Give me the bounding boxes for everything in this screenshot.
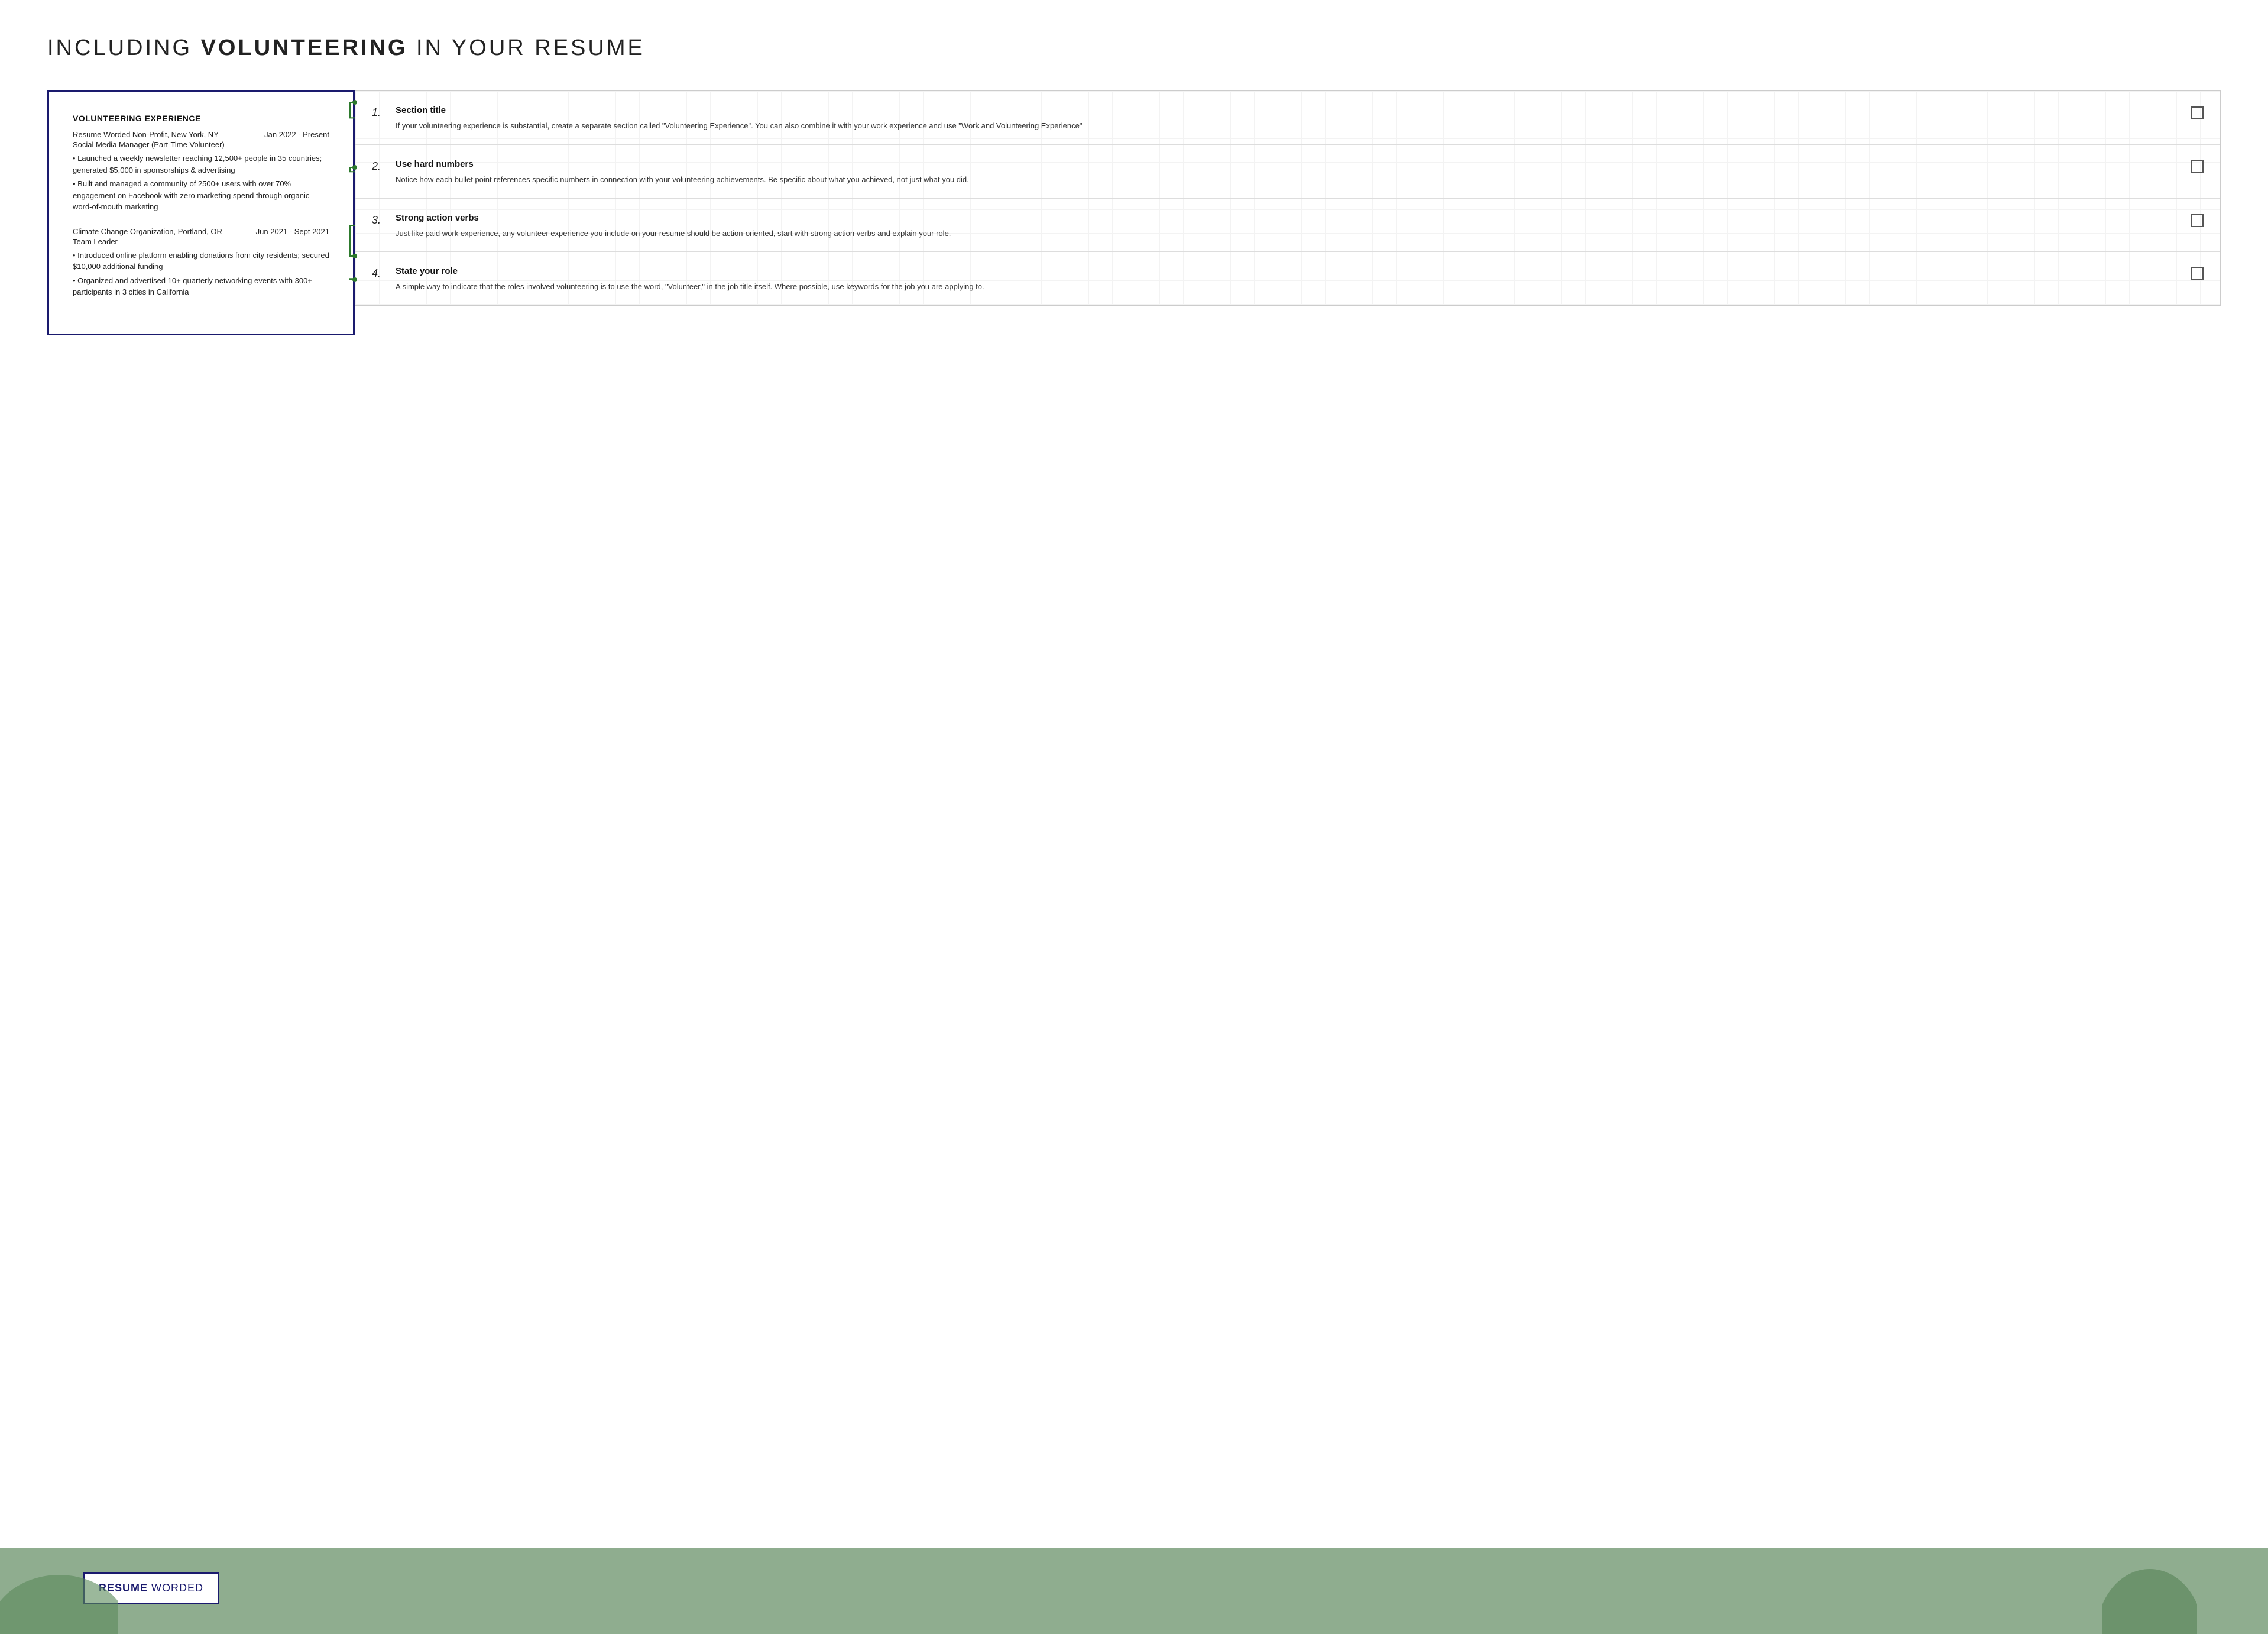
entry-2-role: Team Leader xyxy=(73,237,329,246)
tip-1-description: If your volunteering experience is subst… xyxy=(396,120,2181,132)
entry-2-bullet-2: • Organized and advertised 10+ quarterly… xyxy=(73,275,329,298)
tips-panel: 1. Section title If your volunteering ex… xyxy=(355,90,2221,306)
page-wrapper: INCLUDING VOLUNTEERING IN YOUR RESUME VO… xyxy=(0,0,2268,1634)
entry-1-header: Resume Worded Non-Profit, New York, NY J… xyxy=(73,130,329,139)
footer-section: RESUME WORDED xyxy=(0,1548,2268,1634)
tip-1-number: 1. xyxy=(372,106,396,119)
entry-1-org: Resume Worded Non-Profit, New York, NY xyxy=(73,130,219,139)
tip-1-checkbox[interactable] xyxy=(2191,106,2204,119)
page-title: INCLUDING VOLUNTEERING IN YOUR RESUME xyxy=(47,35,2221,61)
green-decoration-left xyxy=(0,1516,118,1634)
entry-2-bullet-1: • Introduced online platform enabling do… xyxy=(73,250,329,273)
entry-1-role: Social Media Manager (Part-Time Voluntee… xyxy=(73,140,329,149)
resume-section-title: VOLUNTEERING EXPERIENCE xyxy=(73,114,329,123)
tip-4-title: State your role xyxy=(396,266,2181,276)
resume-entry-1: Resume Worded Non-Profit, New York, NY J… xyxy=(73,130,329,213)
tip-1-body: Section title If your volunteering exper… xyxy=(396,105,2181,132)
tip-3-number: 3. xyxy=(372,214,396,227)
title-prefix: INCLUDING xyxy=(47,35,201,60)
tip-3-checkbox[interactable] xyxy=(2191,214,2204,227)
tip-2-body: Use hard numbers Notice how each bullet … xyxy=(396,159,2181,186)
resume-panel: VOLUNTEERING EXPERIENCE Resume Worded No… xyxy=(47,90,355,335)
tip-4-number: 4. xyxy=(372,267,396,280)
entry-1-bullet-1: • Launched a weekly newsletter reaching … xyxy=(73,153,329,176)
tip-item-3: 3. Strong action verbs Just like paid wo… xyxy=(355,199,2220,253)
tip-2-title: Use hard numbers xyxy=(396,159,2181,169)
title-suffix: IN YOUR RESUME xyxy=(407,35,644,60)
main-content: INCLUDING VOLUNTEERING IN YOUR RESUME VO… xyxy=(0,0,2268,1548)
tip-item-1: 1. Section title If your volunteering ex… xyxy=(355,91,2220,145)
title-bold: VOLUNTEERING xyxy=(201,35,408,60)
resume-entry-2: Climate Change Organization, Portland, O… xyxy=(73,227,329,298)
tip-2-description: Notice how each bullet point references … xyxy=(396,174,2181,186)
content-row: VOLUNTEERING EXPERIENCE Resume Worded No… xyxy=(47,90,2221,335)
tip-2-number: 2. xyxy=(372,160,396,173)
entry-1-bullet-2: • Built and managed a community of 2500+… xyxy=(73,178,329,213)
tip-4-checkbox[interactable] xyxy=(2191,267,2204,280)
brand-worded: WORDED xyxy=(151,1582,203,1594)
tip-2-checkbox[interactable] xyxy=(2191,160,2204,173)
entry-2-date: Jun 2021 - Sept 2021 xyxy=(256,227,329,236)
tip-4-body: State your role A simple way to indicate… xyxy=(396,266,2181,293)
entry-2-org: Climate Change Organization, Portland, O… xyxy=(73,227,222,236)
tip-3-description: Just like paid work experience, any volu… xyxy=(396,228,2181,240)
tip-3-title: Strong action verbs xyxy=(396,213,2181,223)
entry-1-date: Jan 2022 - Present xyxy=(264,130,329,139)
tip-4-description: A simple way to indicate that the roles … xyxy=(396,281,2181,293)
tip-3-body: Strong action verbs Just like paid work … xyxy=(396,213,2181,240)
tip-item-2: 2. Use hard numbers Notice how each bull… xyxy=(355,145,2220,199)
tip-1-title: Section title xyxy=(396,105,2181,115)
green-decoration-right xyxy=(2102,1528,2197,1634)
entry-2-header: Climate Change Organization, Portland, O… xyxy=(73,227,329,236)
tip-item-4: 4. State your role A simple way to indic… xyxy=(355,252,2220,305)
